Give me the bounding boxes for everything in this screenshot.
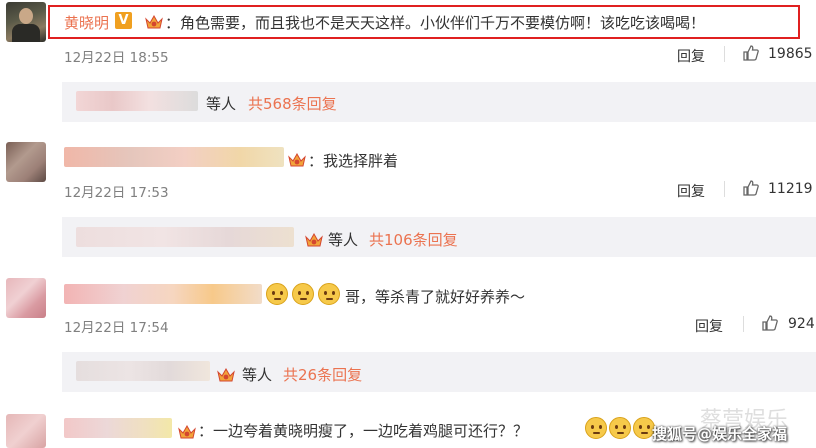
crown-vip-icon [217, 364, 235, 383]
avatar[interactable] [6, 142, 46, 182]
comment-author[interactable]: 黄晓明 [64, 12, 109, 33]
comment-time: 12月22日 17:53 [64, 185, 169, 201]
laughing-emoji [609, 417, 631, 439]
reply-count-link[interactable]: 共568条回复 [248, 93, 337, 114]
crown-vip-icon [145, 11, 163, 30]
thumbs-up-icon[interactable] [742, 44, 760, 66]
like-count: 11219 [768, 181, 813, 197]
crown-vip-icon [288, 149, 306, 168]
source-watermark: 搜狐号@娱乐全家福 [652, 425, 788, 443]
reply-button[interactable]: 回复 [677, 46, 705, 66]
crown-vip-icon [178, 421, 196, 440]
sad-face-emoji [266, 283, 288, 305]
divider [724, 181, 725, 197]
reply-count-link[interactable]: 共106条回复 [369, 229, 458, 250]
avatar[interactable] [6, 414, 46, 448]
comment-text: ：一边夸着黄晓明瘦了，一边吃着鸡腿可还行？？ [198, 422, 529, 440]
comment-time: 12月22日 18:55 [64, 50, 169, 66]
blurred-username [64, 284, 262, 304]
comment-text: 哥，等杀青了就好好养养～ [345, 288, 526, 306]
blurred-username [76, 361, 210, 381]
blurred-username [76, 91, 198, 111]
sad-face-emoji [292, 283, 314, 305]
avatar[interactable] [6, 2, 46, 42]
reply-summary-prefix: 等人 [242, 366, 273, 384]
reply-summary-prefix: 等人 [328, 231, 359, 249]
blurred-username [64, 418, 172, 438]
avatar[interactable] [6, 278, 46, 318]
reply-count-link[interactable]: 共26条回复 [283, 364, 362, 385]
thumbs-up-icon[interactable] [742, 179, 760, 201]
comment-text: ：我选择胖着 [308, 152, 399, 170]
reply-button[interactable]: 回复 [695, 316, 723, 336]
divider [724, 46, 725, 62]
sad-face-emoji [318, 283, 340, 305]
blurred-username [76, 227, 294, 247]
divider [743, 316, 744, 332]
comment-time: 12月22日 17:54 [64, 320, 169, 336]
thumbs-up-icon[interactable] [761, 314, 779, 336]
laughing-emoji [585, 417, 607, 439]
like-count: 924 [788, 316, 815, 332]
reply-button[interactable]: 回复 [677, 181, 705, 201]
like-count: 19865 [768, 46, 813, 62]
verified-badge: V [115, 12, 132, 29]
reply-summary-prefix: 等人 [206, 95, 237, 113]
crown-vip-icon [305, 229, 323, 248]
comment-text: ：角色需要，而且我也不是天天这样。小伙伴们千万不要模仿啊！该吃吃该喝喝！ [165, 14, 706, 32]
blurred-username [64, 147, 284, 167]
